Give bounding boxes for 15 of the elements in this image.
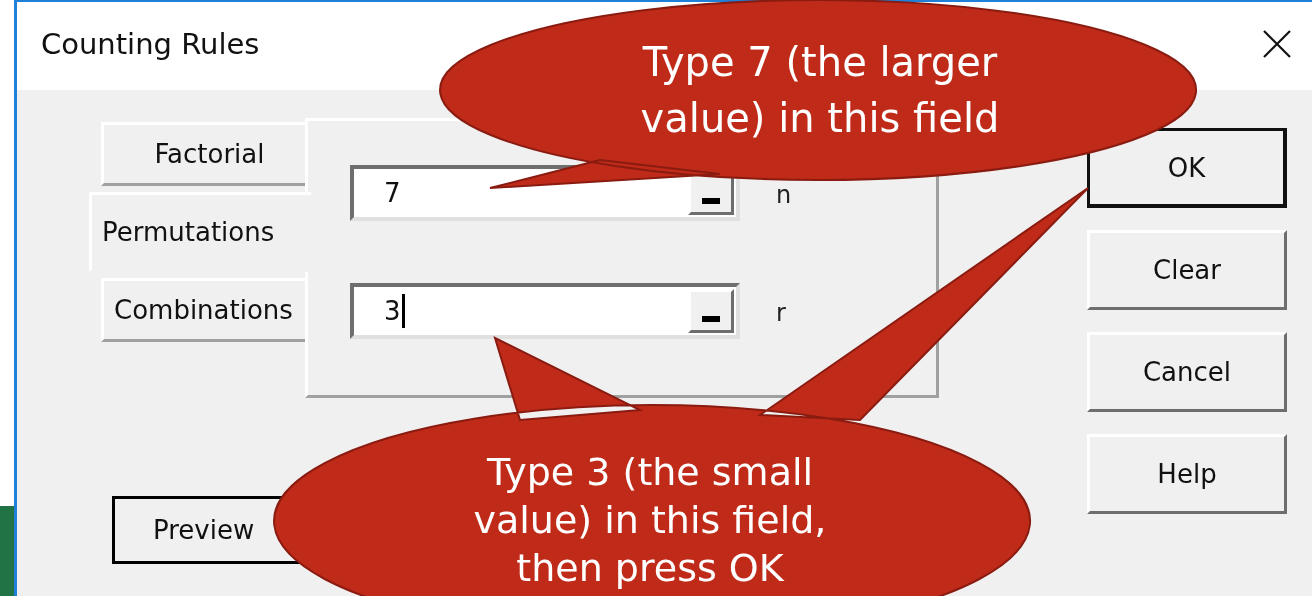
tab[interactable]: Permutations — [89, 192, 311, 272]
dialog-button[interactable]: Cancel — [1087, 332, 1287, 412]
input-field[interactable]: 3 — [350, 283, 740, 339]
callout-tooltip-text: Type 7 (the larger value) in this field — [639, 38, 1001, 143]
callout-tooltip-text: Type 3 (the small value) in this field, then press OK — [472, 449, 828, 592]
window-title: Counting Rules — [41, 27, 260, 61]
dialog-button[interactable]: Help — [1087, 434, 1287, 514]
field-label: n — [776, 181, 792, 209]
field-label: r — [776, 299, 786, 327]
close-icon[interactable] — [1262, 29, 1292, 59]
dialog-button[interactable]: Clear — [1087, 230, 1287, 310]
tab[interactable]: Combinations — [101, 278, 305, 342]
dialog-button[interactable]: OK — [1087, 128, 1287, 208]
collapse-button[interactable] — [688, 289, 734, 333]
tab[interactable]: Factorial — [101, 122, 305, 186]
